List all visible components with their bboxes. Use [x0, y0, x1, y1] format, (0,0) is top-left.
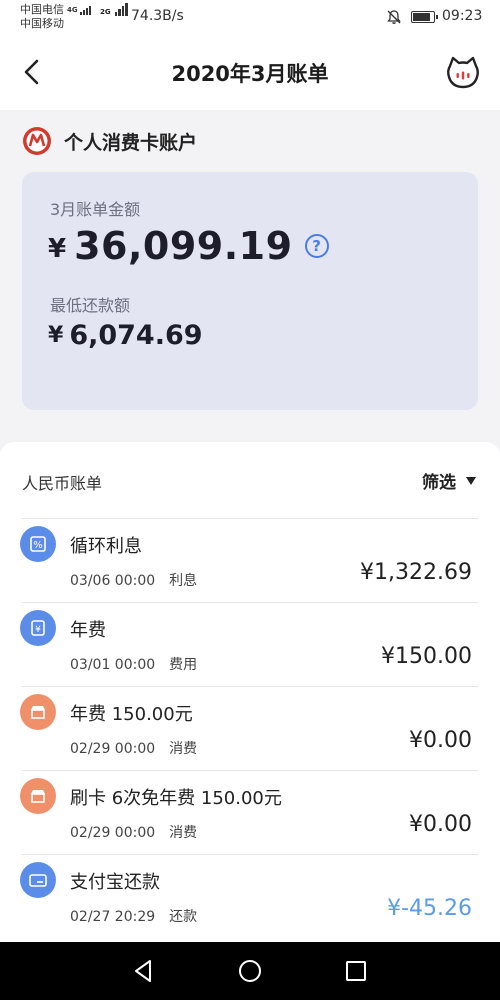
transaction-amount: ¥-45.26: [387, 896, 472, 921]
top-nav-bar: 2020年3月账单: [0, 34, 500, 110]
percent-icon: %: [20, 526, 56, 562]
bill-amount: 36,099.19: [74, 224, 293, 268]
status-bar: 中国电信 4G 中国移动 2G 74.3B/s 09:23: [0, 0, 500, 34]
bill-amount-label: 3月账单金额: [50, 200, 141, 219]
transaction-meta: 02/27 20:29 还款: [70, 906, 197, 926]
transaction-title: 年费 150.00元: [70, 704, 193, 725]
min-payment-label: 最低还款额: [50, 296, 131, 315]
transaction-meta: 03/01 00:00 费用: [70, 654, 197, 674]
carrier2-network: 2G: [100, 8, 111, 16]
carrier1-name: 中国电信: [20, 3, 64, 16]
cat-service-icon[interactable]: [444, 54, 482, 92]
transaction-meta: 02/29 00:00 消费: [70, 822, 197, 842]
transaction-amount: ¥0.00: [409, 728, 472, 753]
divider: [22, 518, 478, 519]
carrier2-name: 中国移动: [20, 17, 64, 30]
bill-amount-row: ¥ 36,099.19 ?: [48, 224, 329, 268]
transaction-row[interactable]: 支付宝还款 02/27 20:29 还款 ¥-45.26: [0, 854, 500, 938]
transaction-row[interactable]: ¥ 年费 03/01 00:00 费用 ¥150.00: [0, 602, 500, 686]
filter-label: 筛选: [422, 473, 456, 493]
transaction-title: 支付宝还款: [70, 872, 160, 893]
divider: [22, 602, 478, 603]
transaction-category: 消费: [169, 741, 198, 757]
currency-symbol: ¥: [48, 323, 64, 348]
transaction-row[interactable]: 年费 150.00元 02/29 00:00 消费 ¥0.00: [0, 686, 500, 770]
signal-icon: [79, 5, 91, 15]
transaction-amount: ¥150.00: [381, 644, 472, 669]
carrier2-signal: 2G: [97, 3, 128, 16]
transaction-amount: ¥0.00: [409, 812, 472, 837]
network-speed: 74.3B/s: [131, 8, 184, 24]
transaction-title: 循环利息: [70, 536, 142, 557]
carrier1-network: 4G: [67, 6, 78, 14]
divider: [22, 770, 478, 771]
transaction-category: 还款: [169, 909, 198, 925]
svg-text:¥: ¥: [35, 625, 41, 635]
circle-home-icon[interactable]: [235, 956, 265, 986]
help-icon[interactable]: ?: [304, 234, 329, 258]
currency-symbol: ¥: [48, 234, 67, 264]
dropdown-arrow-icon: [466, 476, 476, 485]
yuan-icon: ¥: [20, 610, 56, 646]
bill-summary-card: 3月账单金额 ¥ 36,099.19 ? 最低还款额 ¥ 6,074.69: [22, 172, 478, 410]
transaction-title: 年费: [70, 620, 106, 641]
transaction-category: 消费: [169, 825, 198, 841]
battery-icon: [411, 11, 438, 23]
min-payment-amount: 6,074.69: [69, 320, 203, 351]
filter-button[interactable]: 筛选: [422, 468, 476, 493]
transaction-meta: 02/29 00:00 消费: [70, 738, 197, 758]
bell-off-icon: [387, 10, 401, 24]
clock: 09:23: [442, 8, 483, 24]
bank-logo-icon: [23, 127, 51, 155]
account-name: 个人消费卡账户: [64, 131, 198, 154]
square-recent-icon[interactable]: [341, 956, 371, 986]
divider: [22, 686, 478, 687]
transaction-title: 刷卡 6次免年费 150.00元: [70, 788, 282, 809]
transactions-panel: 人民币账单 筛选 % 循环利息 03/06 00:00 利息 ¥1,322.69 …: [0, 442, 500, 942]
transaction-category: 利息: [169, 573, 198, 589]
transaction-row[interactable]: 刷卡 6次免年费 150.00元 02/29 00:00 消费 ¥0.00: [0, 770, 500, 854]
transaction-date: 03/06 00:00: [70, 573, 156, 589]
triangle-back-icon[interactable]: [128, 956, 158, 986]
transaction-meta: 03/06 00:00 利息: [70, 570, 197, 590]
carrier-info: 中国电信 4G 中国移动: [20, 3, 91, 31]
card-icon: [20, 862, 56, 898]
transaction-amount: ¥1,322.69: [360, 560, 472, 585]
transaction-row[interactable]: % 循环利息 03/06 00:00 利息 ¥1,322.69: [0, 518, 500, 602]
section-title: 人民币账单: [22, 474, 103, 493]
transaction-date: 03/01 00:00: [70, 657, 156, 673]
svg-text:%: %: [33, 540, 43, 551]
account-header: 个人消费卡账户: [22, 124, 197, 158]
transaction-date: 02/27 20:29: [70, 909, 156, 925]
divider: [22, 854, 478, 855]
transaction-date: 02/29 00:00: [70, 825, 156, 841]
min-payment-row: ¥ 6,074.69: [48, 320, 203, 351]
system-nav-bar: [0, 942, 500, 1000]
transaction-category: 费用: [169, 657, 198, 673]
transaction-date: 02/29 00:00: [70, 741, 156, 757]
battery-level: [413, 13, 431, 21]
shop-icon: [20, 778, 56, 814]
signal-icon: [114, 3, 128, 16]
shop-icon: [20, 694, 56, 730]
page-title: 2020年3月账单: [171, 62, 329, 86]
